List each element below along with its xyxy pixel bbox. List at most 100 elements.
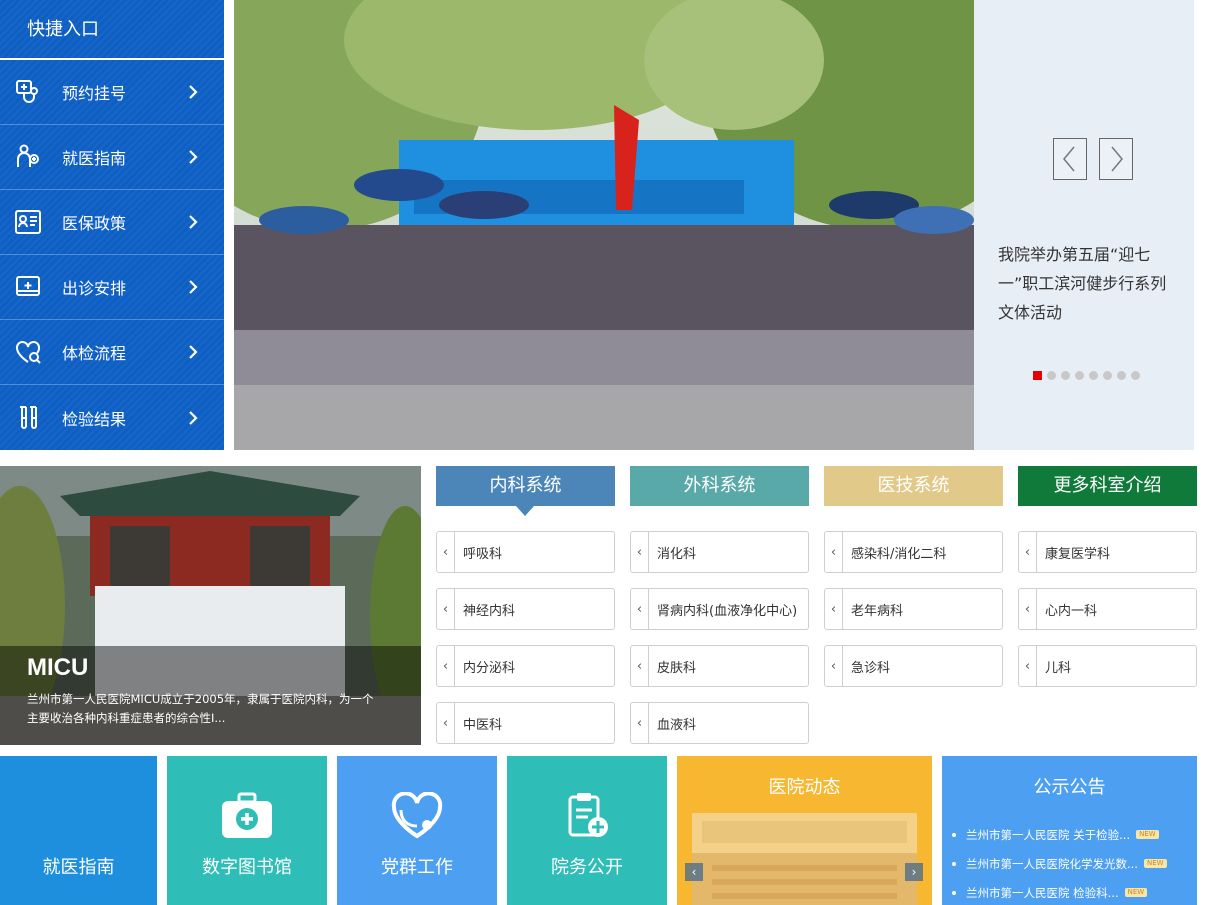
chevron-left-icon: ‹	[437, 532, 455, 572]
quick-item-appointment[interactable]: 预约挂号	[0, 60, 224, 125]
chevron-left-icon: ‹	[437, 646, 455, 686]
pagination-dot[interactable]	[1047, 371, 1056, 380]
banner-caption[interactable]: 我院举办第五届“迎七一”职工滨河健步行系列文体活动	[998, 240, 1180, 327]
dept-button[interactable]: ‹ 消化科	[630, 531, 809, 573]
banner-prev-button[interactable]	[1053, 138, 1087, 180]
quick-entry-title: 快捷入口	[0, 0, 224, 60]
announcement-text: 兰州市第一人民医院 关于检验...	[966, 827, 1131, 842]
dept-button[interactable]: ‹ 呼吸科	[436, 531, 615, 573]
chevron-left-icon: ‹	[825, 532, 843, 572]
quick-item-clinic-schedule[interactable]: 出诊安排	[0, 255, 224, 320]
chevron-left-icon: ‹	[437, 703, 455, 743]
tile-label: 数字图书馆	[202, 857, 292, 878]
dept-button[interactable]: ‹ 神经内科	[436, 588, 615, 630]
tile-hospital-affairs[interactable]: 院务公开	[507, 756, 667, 905]
dept-button[interactable]: ‹ 感染科/消化二科	[824, 531, 1003, 573]
quick-item-medical-guide[interactable]: 就医指南	[0, 125, 224, 190]
announcement-list: 兰州市第一人民医院 关于检验... NEW 兰州市第一人民医院化学发光数... …	[952, 820, 1192, 905]
hospital-news-title[interactable]: 医院动态	[677, 773, 932, 799]
dept-button[interactable]: ‹ 血液科	[630, 702, 809, 744]
dept-feature-description: 兰州市第一人民医院MICU成立于2005年，隶属于医院内科，为一个主要收治各种内…	[27, 692, 374, 725]
chevron-left-icon: ‹	[825, 646, 843, 686]
announcement-title[interactable]: 公示公告	[942, 773, 1197, 799]
quick-item-label: 体检流程	[62, 344, 127, 363]
banner-slide-image[interactable]	[234, 0, 974, 450]
quick-item-label: 检验结果	[62, 409, 127, 429]
pagination-dot[interactable]	[1089, 371, 1098, 380]
quick-item-label: 出诊安排	[62, 279, 127, 298]
page: 快捷入口 预约挂号 就医指南 医保政策 出诊安排 体检流程 检验结果 我院举办第…	[0, 0, 1212, 905]
announcement-item[interactable]: 兰州市第一人民医院 关于检验... NEW	[952, 820, 1192, 849]
tab-medical-technology[interactable]: 医技系统	[824, 466, 1003, 506]
new-badge: NEW	[1136, 830, 1159, 839]
dept-button[interactable]: ‹ 中医科	[436, 702, 615, 744]
pagination-dot[interactable]	[1033, 371, 1042, 380]
announcement-item[interactable]: 兰州市第一人民医院化学发光数... NEW	[952, 849, 1192, 878]
dept-button[interactable]: ‹ 内分泌科	[436, 645, 615, 687]
news-next-button[interactable]: ›	[905, 863, 923, 881]
quick-item-test-results[interactable]: 检验结果	[0, 385, 224, 450]
chevron-left-icon: ‹	[437, 589, 455, 629]
chevron-left-icon: ‹	[1019, 532, 1037, 572]
new-badge: NEW	[1124, 888, 1148, 897]
news-prev-button[interactable]: ‹	[685, 863, 703, 881]
hospital-news-panel: 医院动态 ‹ ›	[677, 756, 932, 905]
chevron-right-icon	[189, 410, 198, 425]
clipboard-plus-icon	[568, 793, 608, 837]
announcement-text: 兰州市第一人民医院 检验科...	[966, 885, 1119, 900]
banner-side-panel: 我院举办第五届“迎七一”职工滨河健步行系列文体活动	[974, 0, 1194, 450]
chevron-right-icon	[189, 280, 198, 294]
announcement-item[interactable]: 兰州市第一人民医院 检验科... NEW	[952, 878, 1192, 905]
banner-next-button[interactable]	[1099, 138, 1133, 180]
chevron-right-icon	[1111, 146, 1123, 172]
hospital-news-image[interactable]	[692, 813, 917, 905]
chevron-left-icon: ‹	[631, 589, 649, 629]
pagination-dot[interactable]	[1131, 371, 1140, 380]
tile-label: 就医指南	[42, 857, 115, 878]
dept-button[interactable]: ‹ 肾病内科(血液净化中心)	[630, 588, 809, 630]
tile-label: 院务公开	[551, 857, 623, 878]
banner-pagination	[1033, 371, 1140, 380]
pagination-dot[interactable]	[1075, 371, 1084, 380]
dept-button[interactable]: ‹ 急诊科	[824, 645, 1003, 687]
pagination-dot[interactable]	[1061, 371, 1070, 380]
tile-digital-library[interactable]: 数字图书馆	[167, 756, 327, 905]
schedule-icon	[16, 276, 40, 296]
dept-button[interactable]: ‹ 皮肤科	[630, 645, 809, 687]
dept-button[interactable]: ‹ 康复医学科	[1018, 531, 1197, 573]
tab-more-departments[interactable]: 更多科室介绍	[1018, 466, 1197, 506]
pagination-dot[interactable]	[1103, 371, 1112, 380]
chevron-left-icon	[1063, 146, 1075, 172]
chevron-right-icon	[189, 150, 198, 164]
tile-medical-guide[interactable]: 就医指南	[0, 756, 157, 905]
dept-button[interactable]: ‹ 儿科	[1018, 645, 1197, 687]
tab-internal-medicine[interactable]: 内科系统	[436, 466, 615, 516]
dept-button[interactable]: ‹ 心内一科	[1018, 588, 1197, 630]
dept-feature-card[interactable]: MICU 兰州市第一人民医院MICU成立于2005年，隶属于医院内科，为一个主要…	[0, 466, 421, 745]
chevron-left-icon: ‹	[631, 646, 649, 686]
tab-surgery[interactable]: 外科系统	[630, 466, 809, 506]
quick-item-insurance-policy[interactable]: 医保政策	[0, 190, 224, 255]
chevron-left-icon: ‹	[631, 703, 649, 743]
tile-label: 党群工作	[381, 857, 453, 878]
quick-item-label: 就医指南	[62, 149, 127, 168]
dept-feature-title: MICU	[27, 654, 89, 681]
announcement-panel: 公示公告 兰州市第一人民医院 关于检验... NEW 兰州市第一人民医院化学发光…	[942, 756, 1197, 905]
quick-item-label: 预约挂号	[62, 84, 127, 103]
chevron-left-icon: ‹	[631, 532, 649, 572]
dept-button[interactable]: ‹ 老年病科	[824, 588, 1003, 630]
chevron-left-icon: ‹	[1019, 589, 1037, 629]
announcement-text: 兰州市第一人民医院化学发光数...	[966, 856, 1138, 871]
heart-check-icon	[16, 341, 41, 364]
chevron-left-icon: ‹	[825, 589, 843, 629]
test-tubes-icon	[20, 405, 37, 429]
banner-photo	[234, 0, 974, 450]
chevron-right-icon	[189, 345, 198, 359]
new-badge: NEW	[1143, 859, 1167, 868]
quick-item-label: 医保政策	[62, 214, 127, 233]
quick-item-checkup-process[interactable]: 体检流程	[0, 320, 224, 385]
stethoscope-icon	[16, 80, 38, 103]
pagination-dot[interactable]	[1117, 371, 1126, 380]
bullet-icon	[952, 861, 956, 866]
tile-party-work[interactable]: 党群工作	[337, 756, 497, 905]
